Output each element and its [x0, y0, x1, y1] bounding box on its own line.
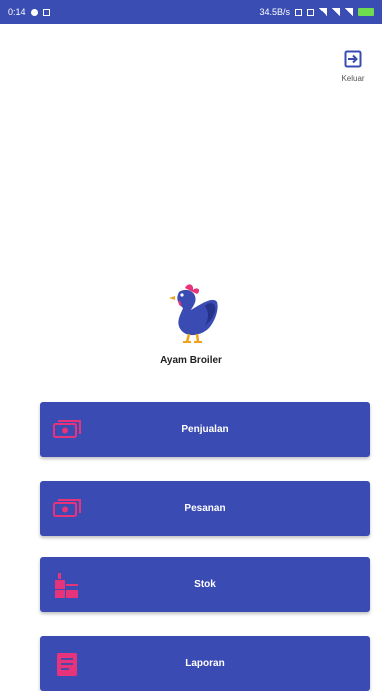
- wifi-icon: [319, 8, 327, 16]
- logout-label: Keluar: [341, 74, 365, 83]
- signal-icon: [332, 8, 340, 16]
- menu-item-label: Stok: [194, 579, 216, 590]
- menu-item-label: Laporan: [185, 658, 225, 669]
- menu-item-label: Pesanan: [184, 503, 226, 514]
- pesanan-button[interactable]: Pesanan: [40, 481, 370, 536]
- app-name: Ayam Broiler: [160, 355, 222, 366]
- cash-icon: [52, 494, 82, 524]
- logout-icon: [344, 50, 362, 68]
- network-speed: 34.5B/s: [259, 7, 290, 17]
- status-time: 0:14: [8, 7, 26, 17]
- app-notification-icon: [42, 8, 50, 16]
- logout-button[interactable]: Keluar: [330, 50, 376, 83]
- penjualan-button[interactable]: Penjualan: [40, 402, 370, 457]
- stock-icon: [52, 570, 82, 600]
- battery-icon: [358, 8, 374, 16]
- vibrate-icon: [307, 8, 314, 16]
- menu-item-label: Penjualan: [181, 424, 229, 435]
- stok-button[interactable]: Stok: [40, 557, 370, 612]
- notification-icon: [30, 8, 38, 16]
- signal-icon-2: [345, 8, 353, 16]
- app-logo-block: Ayam Broiler: [0, 282, 382, 366]
- rooster-icon: [161, 282, 221, 351]
- laporan-button[interactable]: Laporan: [40, 636, 370, 691]
- report-icon: [52, 649, 82, 679]
- alarm-icon: [295, 8, 302, 16]
- status-bar: 0:14 34.5B/s: [0, 0, 382, 24]
- cash-icon: [52, 415, 82, 445]
